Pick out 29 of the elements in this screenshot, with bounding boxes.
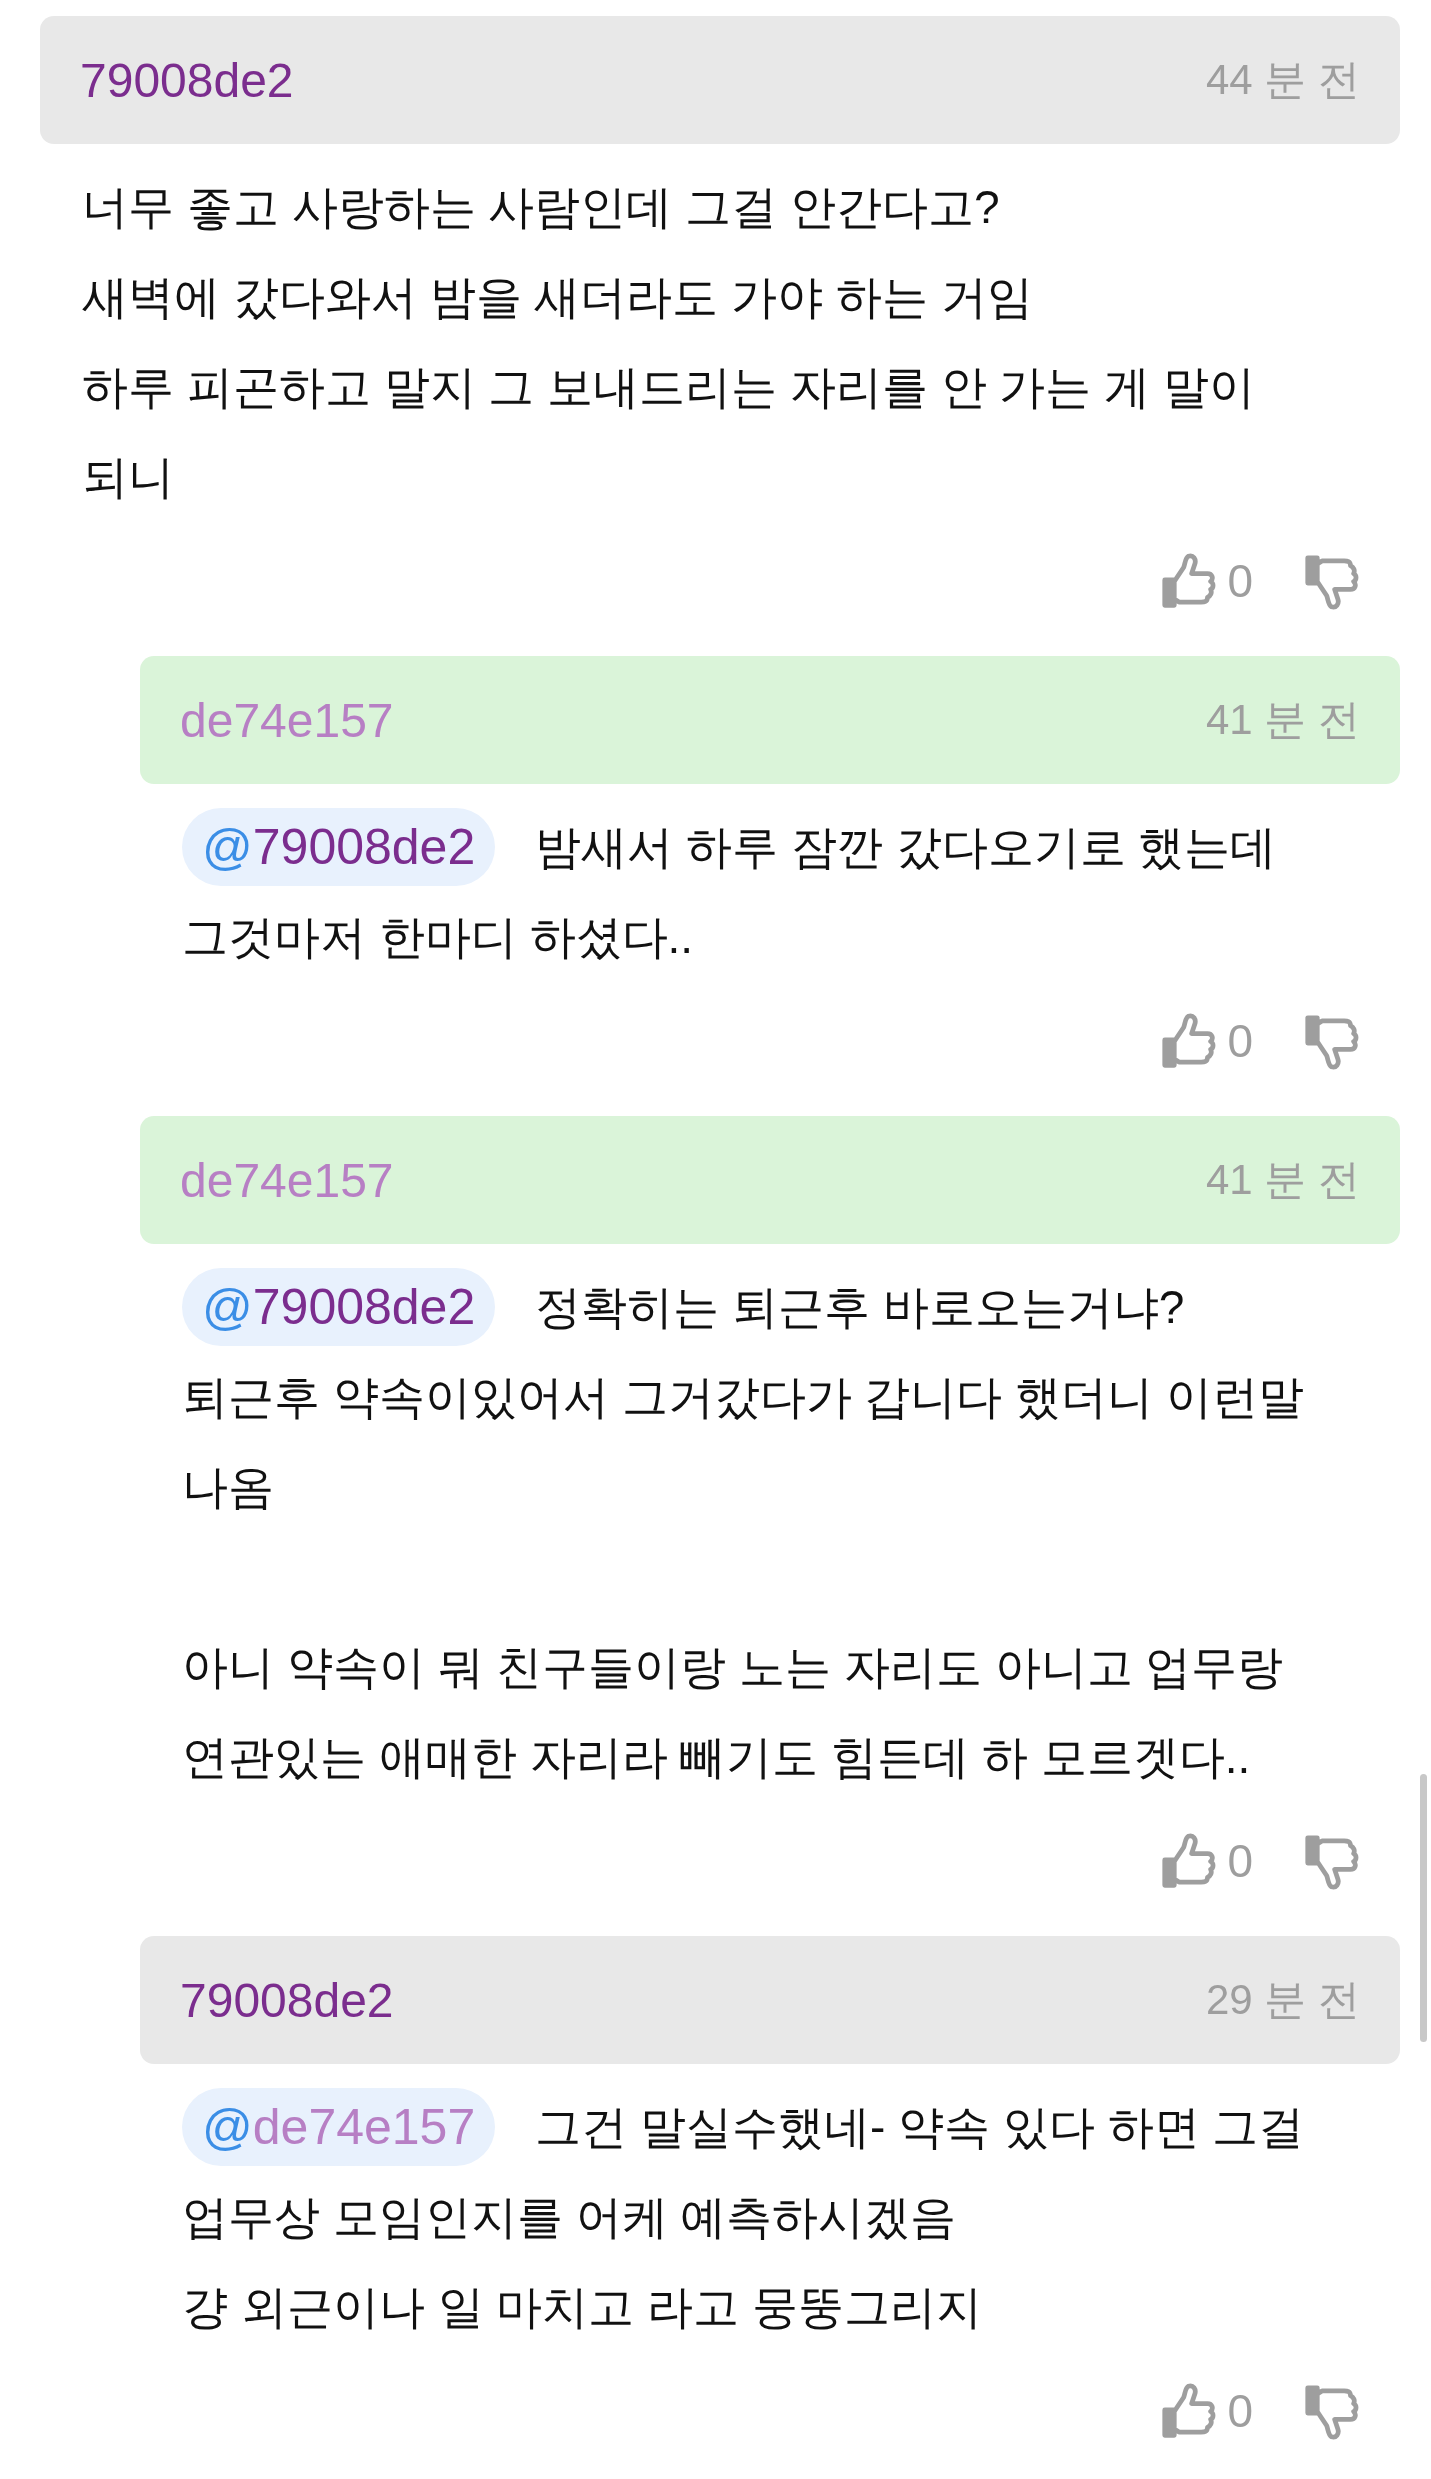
thumbs-down-icon[interactable] [1303,1012,1360,1070]
thumbs-down-icon[interactable] [1303,2382,1360,2440]
scrollbar[interactable] [1420,1774,1427,2042]
comment-text: 업무상 모임인지를 어케 예측하시겠음 걍 외근이나 일 마치고 라고 뭉뚱그리지 [182,2190,982,2335]
comment-text: 퇴근후 약속이있어서 그거갔다가 갑니다 했더니 이런말 나옴 아니 약속이 뭐 친구들이랑 노는 자리도 아니고 업무랑 연관있는 애매한 자리라 빼기도 힘든데 하 모르겟다.. [182,1370,1304,1785]
mention-tag[interactable]: @79008de2 [182,808,496,886]
thumbs-down-icon[interactable] [1303,1832,1360,1890]
like-count: 0 [1227,1014,1253,1068]
timestamp: 41 분 전 [1205,1155,1360,1205]
thumbs-up-icon[interactable] [1160,1832,1218,1890]
timestamp: 29 분 전 [1205,1975,1360,2025]
thumbs-up-icon[interactable] [1160,2382,1218,2440]
username[interactable]: 79008de2 [80,52,294,108]
like-count: 0 [1227,2384,1253,2438]
timestamp: 41 분 전 [1205,695,1360,745]
comment-text: 정확히는 퇴근후 바로오는거냐? [535,1280,1185,1335]
thumbs-up-icon[interactable] [1160,1012,1218,1070]
like-count: 0 [1227,554,1253,608]
comment-text: 그건 말실수했네- 약속 있다 하면 그걸 [535,2100,1305,2155]
timestamp: 44 분 전 [1205,55,1360,105]
mention-tag[interactable]: @79008de2 [182,1268,496,1346]
comment-text: 새벽에 갔다와서 밤을 새더라도 가야 하는 거임 하루 피곤하고 말지 그 보내드리는 자리를 안 가는 게 말이 되니 [82,270,1256,505]
comment-text: 그것마저 한마디 하셨다.. [182,910,694,965]
comment-text: 밤새서 하루 잠깐 갔다오기로 했는데 [535,820,1277,875]
like-count: 0 [1227,1834,1253,1888]
thumbs-up-icon[interactable] [1160,552,1218,610]
comment-text: 너무 좋고 사랑하는 사람인데 그걸 안간다고? [82,180,1000,235]
thumbs-down-icon[interactable] [1303,552,1360,610]
username[interactable]: 79008de2 [180,1972,394,2028]
